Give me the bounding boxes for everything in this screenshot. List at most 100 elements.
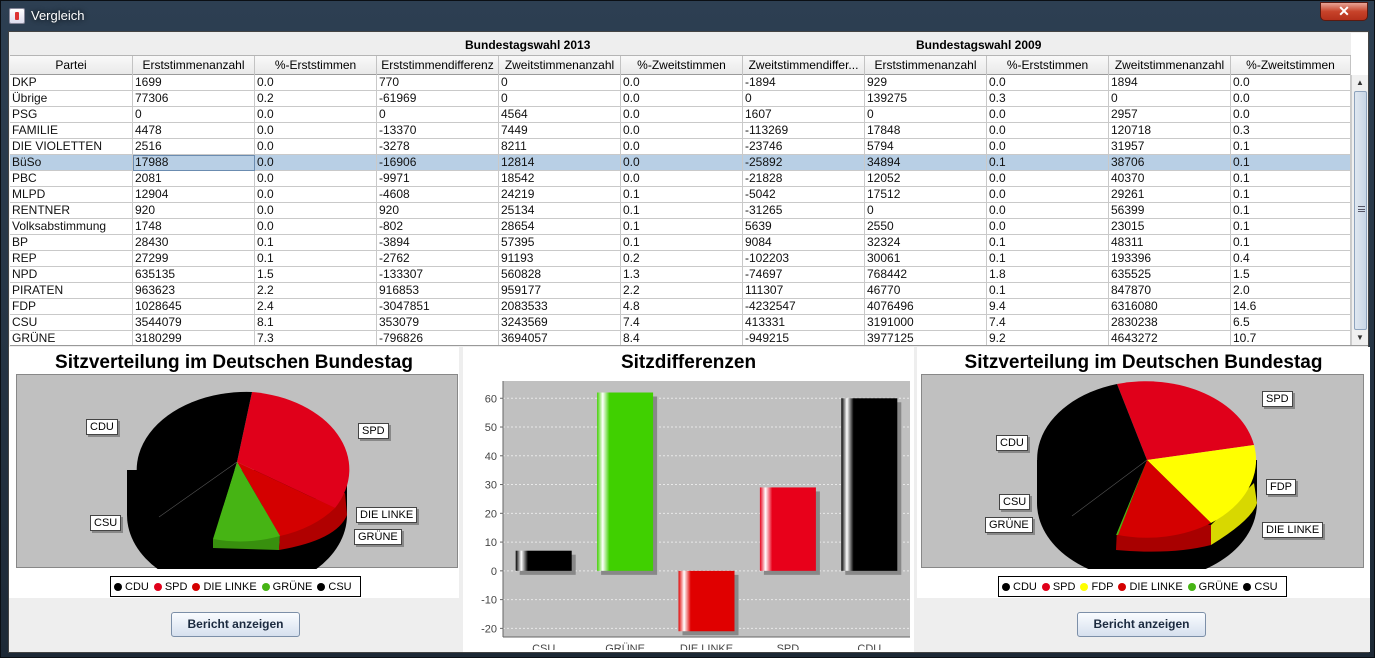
table-cell[interactable]: 847870: [1109, 283, 1231, 299]
table-cell[interactable]: 40370: [1109, 171, 1231, 187]
table-cell[interactable]: -1894: [743, 75, 865, 91]
table-cell[interactable]: 0.0: [255, 171, 377, 187]
table-cell[interactable]: 0.0: [621, 107, 743, 123]
table-row[interactable]: RENTNER 920 0.0 920 25134 0.1 -31265 0 0.0 56399 0…: [10, 203, 1351, 219]
table-cell[interactable]: 120718: [1109, 123, 1231, 139]
table-cell[interactable]: 0.0: [255, 75, 377, 91]
table-cell[interactable]: 1.3: [621, 267, 743, 283]
table-row[interactable]: DKP 1699 0.0 770 0 0.0 -1894 929 0.0 1894 0.0: [10, 75, 1351, 91]
table-cell[interactable]: 959177: [499, 283, 621, 299]
table-cell[interactable]: 4564: [499, 107, 621, 123]
table-cell[interactable]: 4478: [133, 123, 255, 139]
table-cell[interactable]: 0.0: [621, 171, 743, 187]
table-cell[interactable]: 0.4: [1231, 251, 1351, 267]
table-cell[interactable]: 0.0: [1231, 107, 1351, 123]
table-cell[interactable]: 2516: [133, 139, 255, 155]
table-cell[interactable]: 17988: [133, 155, 255, 171]
table-cell[interactable]: 0.1: [987, 155, 1109, 171]
table-cell[interactable]: 193396: [1109, 251, 1231, 267]
table-cell[interactable]: Volksabstimmung: [10, 219, 133, 235]
table-cell[interactable]: 0.1: [1231, 219, 1351, 235]
table-cell[interactable]: 1699: [133, 75, 255, 91]
table-cell[interactable]: 0.1: [255, 251, 377, 267]
table-cell[interactable]: 17512: [865, 187, 987, 203]
table-cell[interactable]: 5794: [865, 139, 987, 155]
table-cell[interactable]: 34894: [865, 155, 987, 171]
table-cell[interactable]: 24219: [499, 187, 621, 203]
table-cell[interactable]: 30061: [865, 251, 987, 267]
table-cell[interactable]: 0.0: [621, 123, 743, 139]
table-cell[interactable]: BüSo: [10, 155, 133, 171]
table-cell[interactable]: GRÜNE: [10, 331, 133, 345]
table-cell[interactable]: 2.2: [621, 283, 743, 299]
table-cell[interactable]: 0.0: [987, 171, 1109, 187]
table-row[interactable]: PBC 2081 0.0 -9971 18542 0.0 -21828 12052 0.0 403…: [10, 171, 1351, 187]
table-cell[interactable]: 7.4: [621, 315, 743, 331]
table-cell[interactable]: 2.4: [255, 299, 377, 315]
table-cell[interactable]: 46770: [865, 283, 987, 299]
column-header[interactable]: %-Zweitstimmen: [621, 56, 743, 75]
table-cell[interactable]: NPD: [10, 267, 133, 283]
table-row[interactable]: PSG 0 0.0 0 4564 0.0 1607 0 0.0 2957 0.0: [10, 107, 1351, 123]
table-cell[interactable]: FDP: [10, 299, 133, 315]
column-header[interactable]: Zweitstimmendiffer...: [743, 56, 865, 75]
table-cell[interactable]: 111307: [743, 283, 865, 299]
table-cell[interactable]: 0: [865, 203, 987, 219]
scroll-thumb[interactable]: [1354, 91, 1367, 330]
column-header[interactable]: Erststimmendifferenz: [377, 56, 499, 75]
table-cell[interactable]: 0.0: [255, 219, 377, 235]
table-cell[interactable]: 0.0: [987, 219, 1109, 235]
table-cell[interactable]: 0.1: [1231, 235, 1351, 251]
table-cell[interactable]: 4076496: [865, 299, 987, 315]
table-cell[interactable]: 0: [865, 107, 987, 123]
table-cell[interactable]: 1028645: [133, 299, 255, 315]
table-cell[interactable]: 0.1: [987, 283, 1109, 299]
table-cell[interactable]: -796826: [377, 331, 499, 345]
table-cell[interactable]: 9.4: [987, 299, 1109, 315]
table-cell[interactable]: 353079: [377, 315, 499, 331]
table-cell[interactable]: 770: [377, 75, 499, 91]
table-cell[interactable]: 929: [865, 75, 987, 91]
table-cell[interactable]: BP: [10, 235, 133, 251]
table-cell[interactable]: 23015: [1109, 219, 1231, 235]
table-cell[interactable]: 0.0: [255, 123, 377, 139]
table-cell[interactable]: 0: [1109, 91, 1231, 107]
table-cell[interactable]: 48311: [1109, 235, 1231, 251]
table-cell[interactable]: 7.4: [987, 315, 1109, 331]
table-cell[interactable]: 920: [133, 203, 255, 219]
table-cell[interactable]: 0.0: [1231, 75, 1351, 91]
column-header[interactable]: Zweitstimmenanzahl: [1109, 56, 1231, 75]
table-cell[interactable]: 18542: [499, 171, 621, 187]
table-cell[interactable]: 4.8: [621, 299, 743, 315]
table-cell[interactable]: -102203: [743, 251, 865, 267]
table-cell[interactable]: -2762: [377, 251, 499, 267]
table-cell[interactable]: 0.0: [255, 107, 377, 123]
table-cell[interactable]: 0: [499, 75, 621, 91]
table-cell[interactable]: PBC: [10, 171, 133, 187]
table-cell[interactable]: 3180299: [133, 331, 255, 345]
table-cell[interactable]: -5042: [743, 187, 865, 203]
table-cell[interactable]: 9084: [743, 235, 865, 251]
table-cell[interactable]: 9.2: [987, 331, 1109, 345]
table-cell[interactable]: REP: [10, 251, 133, 267]
table-cell[interactable]: 4643272: [1109, 331, 1231, 345]
table-cell[interactable]: 0: [377, 107, 499, 123]
table-cell[interactable]: 38706: [1109, 155, 1231, 171]
table-cell[interactable]: 0.0: [621, 155, 743, 171]
table-cell[interactable]: 0.0: [255, 155, 377, 171]
table-cell[interactable]: 0.1: [987, 235, 1109, 251]
table-cell[interactable]: 32324: [865, 235, 987, 251]
table-cell[interactable]: 0.1: [621, 235, 743, 251]
table-cell[interactable]: 0.1: [621, 219, 743, 235]
table-cell[interactable]: 2.2: [255, 283, 377, 299]
table-cell[interactable]: -25892: [743, 155, 865, 171]
scroll-down-icon[interactable]: ▼: [1352, 330, 1368, 345]
table-row[interactable]: FDP 1028645 2.4 -3047851 2083533 4.8 -4232547 4…: [10, 299, 1351, 315]
column-header[interactable]: Partei: [10, 56, 133, 75]
table-row[interactable]: CSU 3544079 8.1 353079 3243569 7.4 413331 31910…: [10, 315, 1351, 331]
table-cell[interactable]: 0: [499, 91, 621, 107]
table-cell[interactable]: 916853: [377, 283, 499, 299]
table-cell[interactable]: 963623: [133, 283, 255, 299]
table-row[interactable]: PIRATEN 963623 2.2 916853 959177 2.2 111307 467…: [10, 283, 1351, 299]
table-cell[interactable]: -133307: [377, 267, 499, 283]
